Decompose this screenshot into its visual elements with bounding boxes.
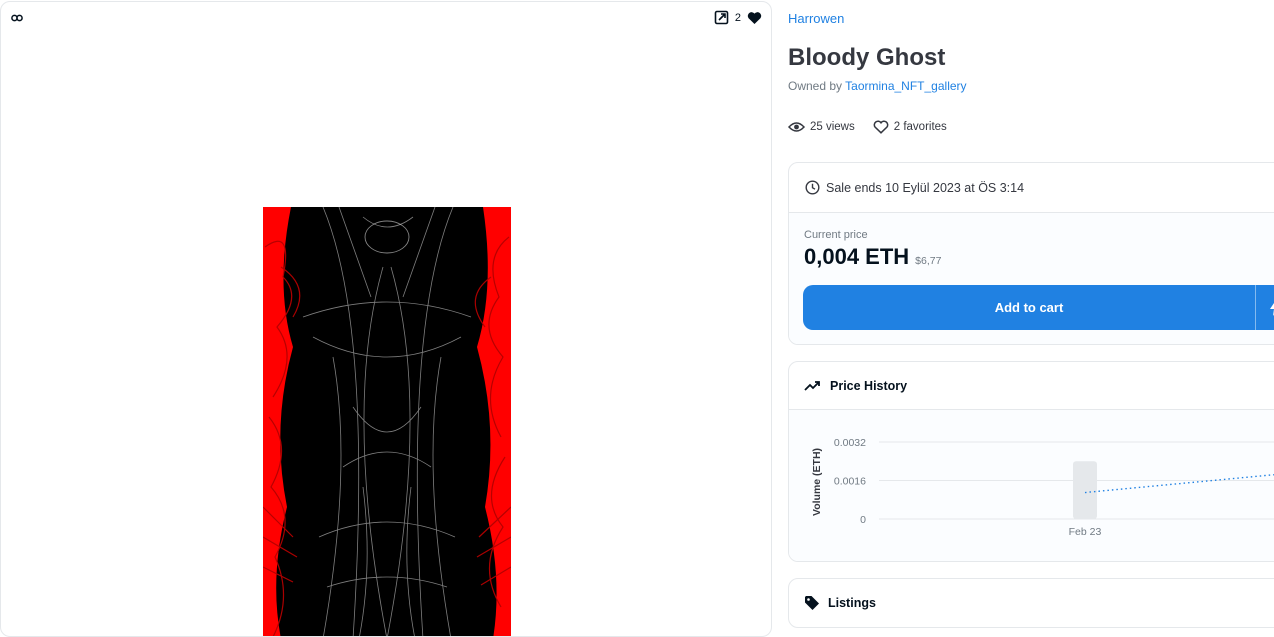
favorites-count: 2 favorites (893, 121, 947, 133)
add-to-cart-button[interactable]: Add to cart (803, 285, 1274, 330)
chart-y-tick-label: 0 (860, 514, 866, 526)
clock-icon (805, 180, 820, 195)
stats-row: 25 views 2 favorites (787, 120, 947, 134)
chart-x-tick-label: Feb 23 (1069, 526, 1102, 538)
media-panel: 2 (0, 1, 772, 637)
favorites-stat[interactable]: 2 favorites (873, 120, 947, 134)
link-icon[interactable] (10, 11, 26, 27)
owned-by-label: Owned by (788, 79, 843, 93)
heart-outline-icon (873, 120, 889, 134)
trending-icon (804, 380, 822, 392)
chart-y-tick-label: 0.0016 (834, 476, 866, 488)
price-history-card: Price History Volume (ETH) 0.0032 0.0016 0… (788, 361, 1274, 562)
current-price-label: Current price (804, 229, 868, 241)
views-stat: 25 views (787, 120, 855, 134)
chart-y-axis-label: Volume (ETH) (811, 448, 823, 516)
collection-link[interactable]: Harrowen (788, 11, 844, 26)
sale-card: Sale ends 10 Eylül 2023 at ÖS 3:14 Curre… (788, 162, 1274, 345)
price-history-title: Price History (830, 378, 908, 393)
add-to-cart-label: Add to cart (994, 300, 1064, 315)
owner-row: Owned by Taormina_NFT_gallery (788, 79, 967, 93)
media-toolbar: 2 (714, 10, 762, 25)
sale-end-text: Sale ends 10 Eylül 2023 at ÖS 3:14 (826, 180, 1025, 195)
price-eth: 0,004 ETH (804, 244, 910, 269)
nft-artwork-image[interactable] (263, 207, 511, 636)
price-history-header[interactable]: Price History (789, 362, 1274, 410)
views-count: 25 views (810, 121, 855, 133)
price-history-chart: Volume (ETH) 0.0032 0.0016 0 Feb 23 (789, 410, 1274, 561)
price-section: Current price 0,004 ETH $6,77 Add to car… (789, 213, 1274, 344)
tag-icon (804, 595, 820, 611)
sale-end-row: Sale ends 10 Eylül 2023 at ÖS 3:14 (789, 163, 1274, 213)
item-title: Bloody Ghost (788, 44, 946, 71)
favorite-count: 2 (734, 11, 741, 24)
item-details: Harrowen Bloody Ghost Owned by Taormina_… (787, 0, 1274, 637)
listings-card: Listings (788, 578, 1274, 628)
listings-header[interactable]: Listings (789, 579, 1274, 627)
price-usd: $6,77 (915, 255, 942, 267)
chart-y-tick-label: 0.0032 (834, 437, 866, 449)
chart-bar[interactable] (1073, 461, 1097, 519)
heart-filled-icon[interactable] (747, 11, 762, 25)
external-link-icon[interactable] (714, 10, 729, 25)
price-row: 0,004 ETH $6,77 (804, 244, 1272, 270)
owner-link[interactable]: Taormina_NFT_gallery (845, 79, 966, 93)
listings-title: Listings (828, 596, 876, 610)
eye-icon (787, 121, 806, 133)
chart-price-trend-line (1084, 473, 1274, 494)
bolt-icon[interactable] (1256, 300, 1274, 316)
chart-svg: Volume (ETH) 0.0032 0.0016 0 Feb 23 (811, 437, 1274, 538)
